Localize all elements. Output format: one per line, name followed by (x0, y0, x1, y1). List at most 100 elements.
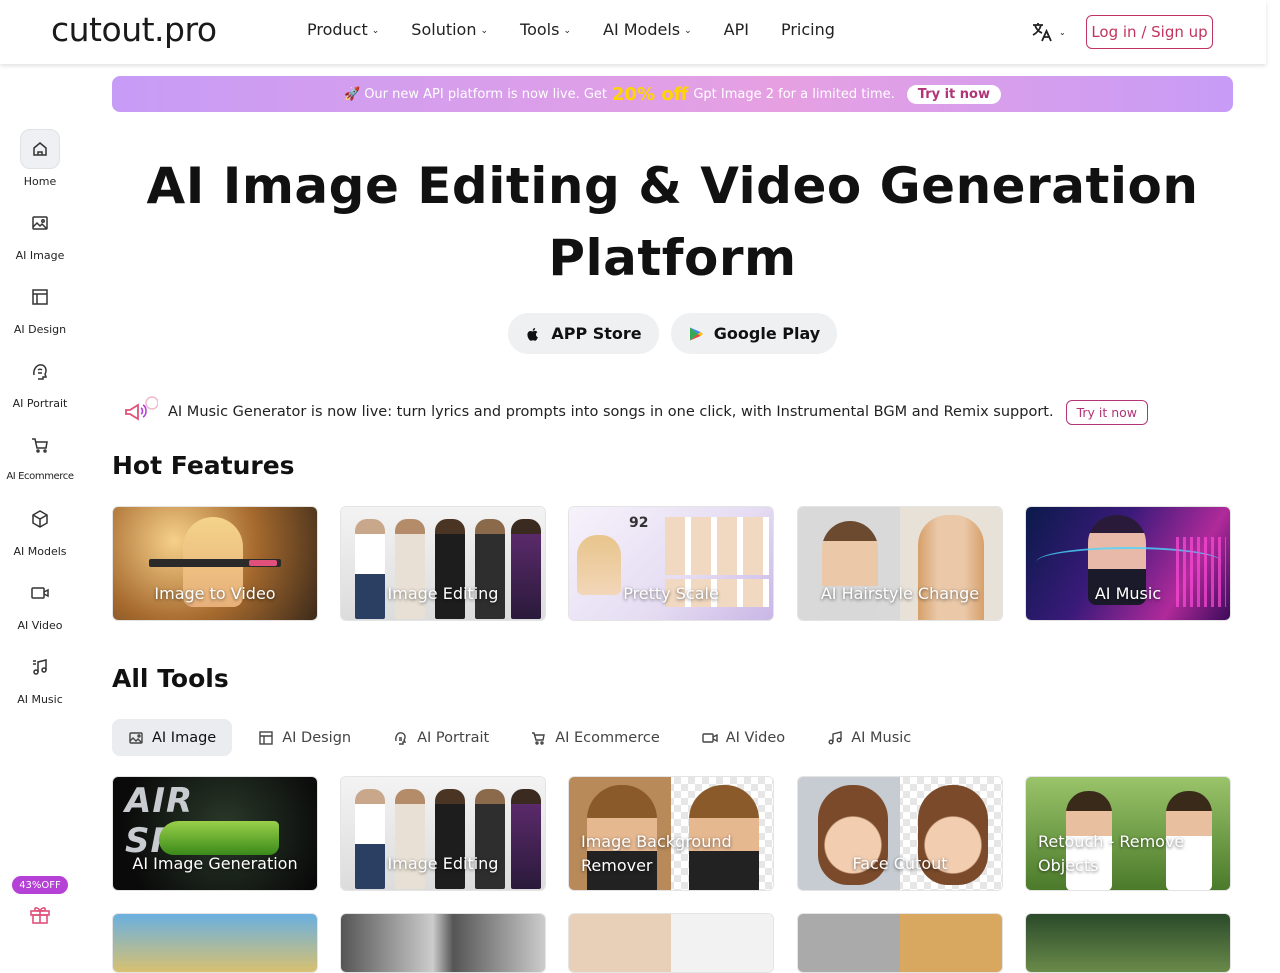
all-tools-heading: All Tools (112, 664, 229, 693)
announcement-bar: AI Music Generator is now live: turn lyr… (122, 396, 1149, 428)
nav-label: AI Models (603, 20, 681, 39)
tab-label: AI Ecommerce (555, 729, 660, 746)
tool-card-partial[interactable] (568, 913, 774, 973)
sidebar-item-ai-models[interactable]: AI Models (0, 499, 80, 558)
tab-ai-design[interactable]: AI Design (242, 719, 367, 756)
design-icon (259, 730, 273, 745)
banner-discount: 20% off (612, 83, 689, 105)
sidebar-item-label: Home (23, 175, 57, 188)
feature-card-pretty-scale[interactable]: 92 Pretty Scale (568, 506, 774, 621)
tool-card-partial[interactable] (797, 913, 1003, 973)
top-navbar: cutout.pro Product ⌄ Solution ⌄ Tools ⌄ AI … (0, 0, 1266, 64)
sidebar: Home AI Image AI Design AI Portrait AI E… (0, 64, 80, 960)
language-selector[interactable]: ⌄ (1030, 20, 1066, 44)
apple-icon (527, 327, 539, 341)
tool-card-label: AI Image Generation (132, 854, 298, 873)
tool-card-label: Image Background Remover (581, 832, 732, 875)
tool-card-face-cutout[interactable]: Face Cutout (797, 776, 1003, 891)
tool-thumbnail (569, 914, 773, 972)
tool-thumbnail (341, 914, 545, 972)
feature-card-ai-music[interactable]: AI Music (1025, 506, 1231, 621)
sidebar-item-label: AI Portrait (12, 397, 68, 410)
feature-card-image-editing[interactable]: Image Editing (340, 506, 546, 621)
home-icon (20, 129, 60, 169)
tab-ai-image[interactable]: AI Image (112, 719, 233, 756)
tool-card-partial[interactable] (340, 913, 546, 973)
nav-solution[interactable]: Solution ⌄ (411, 20, 488, 39)
cube-icon (20, 499, 60, 539)
tab-label: AI Music (851, 729, 912, 746)
tab-ai-portrait[interactable]: AI Portrait (377, 719, 505, 756)
translate-icon (1032, 23, 1052, 42)
tool-thumbnail (113, 914, 317, 972)
feature-card-label: AI Hairstyle Change (820, 584, 980, 603)
sidebar-item-home[interactable]: Home (0, 129, 80, 188)
google-play-icon (689, 327, 703, 340)
tool-card-label: Face Cutout (852, 854, 948, 873)
sidebar-item-label: AI Models (13, 545, 67, 558)
feature-card-label: AI Music (1094, 584, 1162, 603)
page-title: AI Image Editing & Video Generation Plat… (146, 157, 1199, 287)
tab-label: AI Video (725, 729, 786, 746)
feature-card-label: Pretty Scale (623, 584, 719, 603)
announcement-try-button[interactable]: Try it now (1065, 399, 1149, 425)
feature-card-image-to-video[interactable]: Image to Video (112, 506, 318, 621)
nav-label: Product (307, 20, 368, 39)
portrait-icon (395, 731, 407, 745)
tool-card-image-editing[interactable]: Image Editing (340, 776, 546, 891)
feature-card-label: Image Editing (387, 584, 499, 603)
logo[interactable]: cutout.pro (51, 10, 217, 49)
sidebar-item-ai-music[interactable]: AI Music (0, 647, 80, 706)
sidebar-item-label: AI Image (15, 249, 65, 262)
tab-ai-ecommerce[interactable]: AI Ecommerce (515, 719, 676, 756)
sidebar-item-ai-video[interactable]: AI Video (0, 573, 80, 632)
nav-label: Pricing (780, 20, 835, 39)
tab-ai-music[interactable]: AI Music (811, 719, 927, 756)
chevron-down-icon: ⌄ (371, 25, 380, 36)
sidebar-item-ai-design[interactable]: AI Design (0, 277, 80, 336)
video-icon (702, 732, 718, 743)
tool-thumbnail (1026, 914, 1230, 972)
promo-banner: 🚀 Our new API platform is now live. Get … (112, 76, 1233, 112)
megaphone-icon (125, 396, 158, 421)
music-icon (828, 730, 842, 744)
google-play-label: Google Play (713, 324, 821, 343)
sidebar-item-ai-image[interactable]: AI Image (0, 203, 80, 262)
nav-api[interactable]: API (724, 20, 749, 39)
feature-card-ai-hairstyle-change[interactable]: AI Hairstyle Change (797, 506, 1003, 621)
nav-ai-models[interactable]: AI Models ⌄ (603, 20, 692, 39)
nav-tools[interactable]: Tools ⌄ (520, 20, 571, 39)
chevron-down-icon: ⌄ (684, 25, 692, 36)
tool-card-image-background-remover[interactable]: Image Background Remover (568, 776, 774, 891)
nav-label: API (723, 20, 749, 39)
tool-card-label: Image Editing (387, 854, 499, 873)
tool-card-partial[interactable] (112, 913, 318, 973)
app-store-button[interactable]: APP Store (508, 313, 659, 354)
login-signup-button[interactable]: Log in / Sign up (1086, 15, 1213, 49)
cart-icon (532, 731, 546, 745)
gift-icon[interactable] (28, 902, 52, 926)
tool-card-retouch-remove-objects[interactable]: Retouch - Remove Objects (1025, 776, 1231, 891)
nav-label: Solution (411, 20, 477, 39)
sidebar-item-label: AI Music (17, 693, 63, 706)
tab-label: AI Portrait (417, 729, 490, 746)
sidebar-item-ai-portrait[interactable]: AI Portrait (0, 351, 80, 410)
cart-icon (20, 425, 60, 465)
hot-features-heading: Hot Features (112, 451, 295, 480)
banner-try-button[interactable]: Try it now (906, 84, 1001, 104)
sidebar-item-ai-ecommerce[interactable]: AI Ecommerce (0, 425, 80, 482)
tool-card-ai-image-generation[interactable]: AIR SPEED AI Image Generation (112, 776, 318, 891)
google-play-button[interactable]: Google Play (671, 313, 837, 354)
sidebar-item-label: AI Video (17, 619, 63, 632)
nav-product[interactable]: Product ⌄ (307, 20, 379, 39)
nav-label: Tools (520, 20, 560, 39)
discount-badge[interactable]: 43%OFF (12, 876, 68, 894)
image-icon (129, 731, 143, 744)
design-icon (20, 277, 60, 317)
tool-card-partial[interactable] (1025, 913, 1231, 973)
sidebar-item-label: AI Ecommerce (6, 471, 74, 482)
tab-ai-video[interactable]: AI Video (686, 719, 801, 756)
nav-pricing[interactable]: Pricing (781, 20, 835, 39)
tool-card-label: Retouch - Remove Objects (1038, 832, 1185, 875)
chevron-down-icon: ⌄ (480, 25, 489, 36)
